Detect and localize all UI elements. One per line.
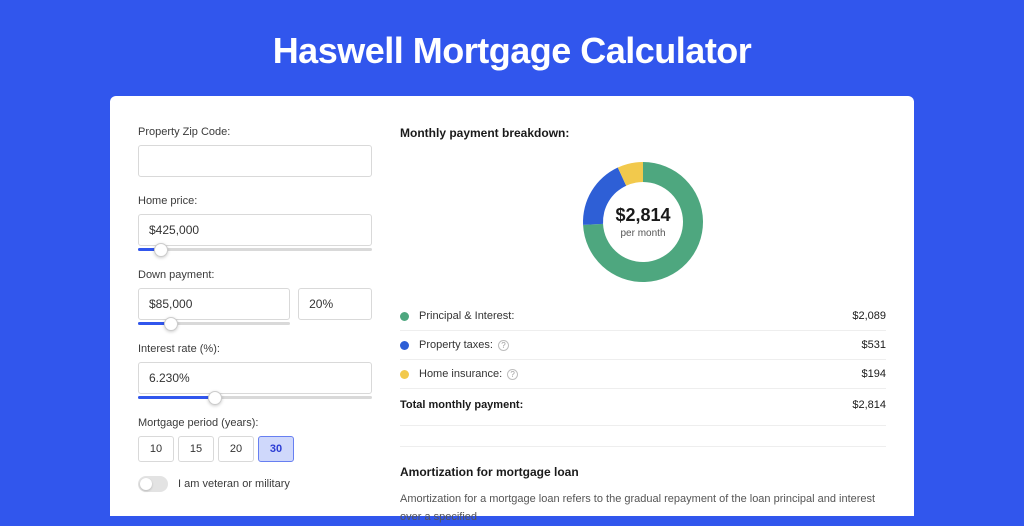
- calculator-card: Property Zip Code: Home price: Down paym…: [110, 96, 914, 516]
- period-option-20[interactable]: 20: [218, 436, 254, 462]
- period-option-10[interactable]: 10: [138, 436, 174, 462]
- breakdown-panel: Monthly payment breakdown: $2,814 per mo…: [400, 126, 914, 516]
- breakdown-title: Monthly payment breakdown:: [400, 126, 886, 140]
- veteran-label: I am veteran or military: [178, 478, 290, 490]
- down-payment-slider-thumb[interactable]: [164, 317, 178, 331]
- zip-label: Property Zip Code:: [138, 126, 372, 138]
- legend-value: $2,089: [852, 310, 886, 322]
- period-option-30[interactable]: 30: [258, 436, 294, 462]
- zip-input[interactable]: [138, 145, 372, 177]
- legend-dot: [400, 341, 409, 350]
- legend-label: Principal & Interest:: [419, 310, 852, 322]
- total-row: Total monthly payment: $2,814: [400, 389, 886, 426]
- help-icon[interactable]: ?: [507, 369, 518, 380]
- down-payment-pct-input[interactable]: [298, 288, 372, 320]
- page-title: Haswell Mortgage Calculator: [0, 0, 1024, 96]
- legend-row: Property taxes:?$531: [400, 331, 886, 360]
- down-payment-slider[interactable]: [138, 322, 290, 325]
- legend-row: Principal & Interest:$2,089: [400, 302, 886, 331]
- donut-amount: $2,814: [615, 205, 670, 226]
- home-price-field-group: Home price:: [138, 195, 372, 251]
- amortization-section: Amortization for mortgage loan Amortizat…: [400, 446, 886, 526]
- period-label: Mortgage period (years):: [138, 417, 372, 429]
- interest-slider-thumb[interactable]: [208, 391, 222, 405]
- legend-row: Home insurance:?$194: [400, 360, 886, 389]
- down-payment-amount-input[interactable]: [138, 288, 290, 320]
- legend: Principal & Interest:$2,089Property taxe…: [400, 302, 886, 389]
- veteran-toggle-row: I am veteran or military: [138, 476, 372, 492]
- amortization-body: Amortization for a mortgage loan refers …: [400, 491, 886, 526]
- toggle-knob: [140, 478, 152, 490]
- home-price-slider[interactable]: [138, 248, 372, 251]
- help-icon[interactable]: ?: [498, 340, 509, 351]
- total-value: $2,814: [852, 399, 886, 411]
- total-label: Total monthly payment:: [400, 399, 852, 411]
- period-field-group: Mortgage period (years): 10152030: [138, 417, 372, 462]
- home-price-slider-thumb[interactable]: [154, 243, 168, 257]
- down-payment-field-group: Down payment:: [138, 269, 372, 325]
- legend-label: Property taxes:?: [419, 339, 862, 351]
- veteran-toggle[interactable]: [138, 476, 168, 492]
- interest-input[interactable]: [138, 362, 372, 394]
- legend-dot: [400, 312, 409, 321]
- donut-chart: $2,814 per month: [579, 158, 707, 286]
- interest-slider[interactable]: [138, 396, 372, 399]
- interest-field-group: Interest rate (%):: [138, 343, 372, 399]
- amortization-title: Amortization for mortgage loan: [400, 465, 886, 479]
- donut-per-month-label: per month: [620, 228, 665, 239]
- home-price-input[interactable]: [138, 214, 372, 246]
- donut-center: $2,814 per month: [579, 158, 707, 286]
- zip-field-group: Property Zip Code:: [138, 126, 372, 177]
- legend-value: $194: [862, 368, 886, 380]
- period-option-15[interactable]: 15: [178, 436, 214, 462]
- down-payment-label: Down payment:: [138, 269, 372, 281]
- legend-value: $531: [862, 339, 886, 351]
- donut-chart-wrap: $2,814 per month: [400, 152, 886, 302]
- legend-dot: [400, 370, 409, 379]
- home-price-label: Home price:: [138, 195, 372, 207]
- legend-label: Home insurance:?: [419, 368, 862, 380]
- form-panel: Property Zip Code: Home price: Down paym…: [110, 126, 400, 516]
- interest-label: Interest rate (%):: [138, 343, 372, 355]
